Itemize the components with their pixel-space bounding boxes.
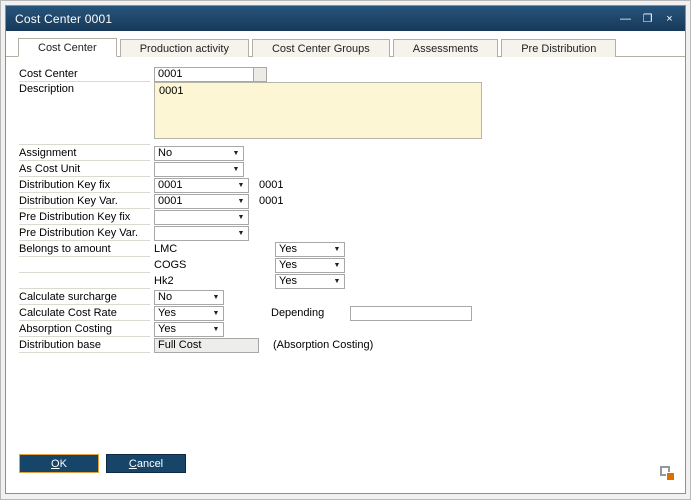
calculate-cost-rate-dropdown[interactable]: Yes ▼	[154, 306, 224, 321]
distribution-key-fix-value: 0001	[158, 179, 182, 191]
form-area: Cost Center Description 0001 Assignment …	[6, 57, 685, 353]
distribution-base-note: (Absorption Costing)	[273, 339, 373, 351]
pre-distribution-key-var-dropdown[interactable]: ▼	[154, 226, 249, 241]
empty-label	[19, 273, 150, 289]
row-absorption-costing: Absorption Costing Yes ▼	[19, 321, 685, 337]
row-distribution-base: Distribution base (Absorption Costing)	[19, 337, 685, 353]
pre-distribution-key-fix-dropdown[interactable]: ▼	[154, 210, 249, 225]
titlebar[interactable]: Cost Center 0001 — ❐ ×	[6, 6, 685, 31]
cost-center-label: Cost Center	[19, 66, 150, 82]
belongs-hk2-value: Yes	[279, 275, 297, 287]
tab-cost-center-groups[interactable]: Cost Center Groups	[252, 39, 390, 57]
distribution-base-label: Distribution base	[19, 337, 150, 353]
distribution-key-fix-description: 0001	[259, 179, 283, 191]
as-cost-unit-dropdown[interactable]: ▼	[154, 162, 244, 177]
tab-cost-center[interactable]: Cost Center	[18, 38, 117, 57]
row-pre-distribution-key-fix: Pre Distribution Key fix ▼	[19, 209, 685, 225]
chevron-down-icon: ▼	[235, 228, 247, 239]
row-description: Description 0001	[19, 82, 685, 145]
row-distribution-key-fix: Distribution Key fix 0001 ▼ 0001	[19, 177, 685, 193]
window-controls: — ❐ ×	[616, 10, 679, 27]
pre-distribution-key-fix-label: Pre Distribution Key fix	[19, 209, 150, 225]
distribution-key-fix-dropdown[interactable]: 0001 ▼	[154, 178, 249, 193]
distribution-base-input[interactable]	[154, 338, 259, 353]
row-pre-distribution-key-var: Pre Distribution Key Var. ▼	[19, 225, 685, 241]
chevron-down-icon: ▼	[331, 276, 343, 287]
chevron-down-icon: ▼	[235, 180, 247, 191]
maximize-icon[interactable]: ❐	[638, 10, 657, 27]
chevron-down-icon: ▼	[210, 292, 222, 303]
chevron-down-icon: ▼	[331, 260, 343, 271]
belongs-lmc-label: LMC	[154, 243, 271, 255]
ok-button[interactable]: OK	[19, 454, 99, 473]
belongs-lmc-dropdown[interactable]: Yes ▼	[275, 242, 345, 257]
chevron-down-icon: ▼	[230, 164, 242, 175]
cancel-button[interactable]: Cancel	[106, 454, 186, 473]
absorption-costing-value: Yes	[158, 323, 176, 335]
absorption-costing-dropdown[interactable]: Yes ▼	[154, 322, 224, 337]
row-belongs-to-amount-lmc: Belongs to amount LMC Yes ▼	[19, 241, 685, 257]
row-cost-center: Cost Center	[19, 66, 685, 82]
cancel-rest: ancel	[137, 458, 163, 470]
distribution-key-var-value: 0001	[158, 195, 182, 207]
tab-pre-distribution[interactable]: Pre Distribution	[501, 39, 616, 57]
calculate-surcharge-value: No	[158, 291, 172, 303]
row-as-cost-unit: As Cost Unit ▼	[19, 161, 685, 177]
empty-label	[19, 257, 150, 273]
chevron-down-icon: ▼	[230, 148, 242, 159]
choose-from-list-icon[interactable]	[254, 67, 267, 82]
description-label: Description	[19, 82, 150, 145]
distribution-key-var-dropdown[interactable]: 0001 ▼	[154, 194, 249, 209]
assignment-label: Assignment	[19, 145, 150, 161]
calculate-surcharge-dropdown[interactable]: No ▼	[154, 290, 224, 305]
cancel-accel: C	[129, 458, 137, 470]
calculate-cost-rate-value: Yes	[158, 307, 176, 319]
absorption-costing-label: Absorption Costing	[19, 321, 150, 337]
belongs-hk2-label: Hk2	[154, 275, 271, 287]
form-settings-icon[interactable]	[660, 466, 675, 481]
chevron-down-icon: ▼	[210, 324, 222, 335]
ok-rest: K	[60, 458, 67, 470]
distribution-key-var-label: Distribution Key Var.	[19, 193, 150, 209]
belongs-lmc-value: Yes	[279, 243, 297, 255]
assignment-value: No	[158, 147, 172, 159]
depending-label: Depending	[271, 307, 346, 319]
belongs-to-amount-label: Belongs to amount	[19, 241, 150, 257]
chevron-down-icon: ▼	[235, 212, 247, 223]
chevron-down-icon: ▼	[210, 308, 222, 319]
depending-input[interactable]	[350, 306, 472, 321]
belongs-hk2-dropdown[interactable]: Yes ▼	[275, 274, 345, 289]
description-textarea[interactable]: 0001	[154, 82, 482, 139]
chevron-down-icon: ▼	[331, 244, 343, 255]
row-belongs-to-amount-hk2: Hk2 Yes ▼	[19, 273, 685, 289]
row-calculate-surcharge: Calculate surcharge No ▼	[19, 289, 685, 305]
tab-production-activity[interactable]: Production activity	[120, 39, 249, 57]
tab-assessments[interactable]: Assessments	[393, 39, 498, 57]
calculate-surcharge-label: Calculate surcharge	[19, 289, 150, 305]
belongs-cogs-dropdown[interactable]: Yes ▼	[275, 258, 345, 273]
calculate-cost-rate-label: Calculate Cost Rate	[19, 305, 150, 321]
row-distribution-key-var: Distribution Key Var. 0001 ▼ 0001	[19, 193, 685, 209]
belongs-cogs-value: Yes	[279, 259, 297, 271]
cost-center-input[interactable]	[154, 67, 254, 82]
row-assignment: Assignment No ▼	[19, 145, 685, 161]
close-icon[interactable]: ×	[660, 10, 679, 27]
window-title: Cost Center 0001	[15, 12, 112, 26]
minimize-icon[interactable]: —	[616, 10, 635, 27]
cost-center-dialog: Cost Center 0001 — ❐ × Cost Center Produ…	[5, 5, 686, 494]
button-bar: OK Cancel	[19, 454, 186, 473]
distribution-key-fix-label: Distribution Key fix	[19, 177, 150, 193]
chevron-down-icon: ▼	[235, 196, 247, 207]
ok-accel: O	[51, 458, 60, 470]
as-cost-unit-label: As Cost Unit	[19, 161, 150, 177]
row-belongs-to-amount-cogs: COGS Yes ▼	[19, 257, 685, 273]
form-settings-orange-square	[666, 472, 675, 481]
row-calculate-cost-rate: Calculate Cost Rate Yes ▼ Depending	[19, 305, 685, 321]
assignment-dropdown[interactable]: No ▼	[154, 146, 244, 161]
pre-distribution-key-var-label: Pre Distribution Key Var.	[19, 225, 150, 241]
belongs-cogs-label: COGS	[154, 259, 271, 271]
tab-bar: Cost Center Production activity Cost Cen…	[6, 31, 685, 57]
distribution-key-var-description: 0001	[259, 195, 283, 207]
desktop-background: Cost Center 0001 — ❐ × Cost Center Produ…	[0, 0, 691, 500]
